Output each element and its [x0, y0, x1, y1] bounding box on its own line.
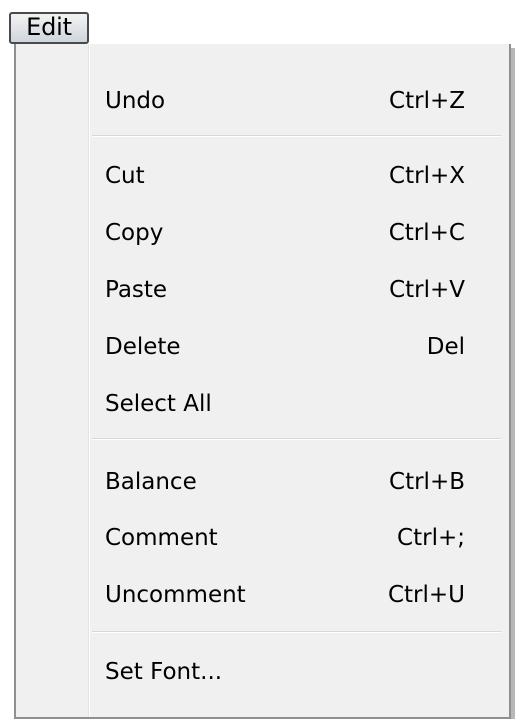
menu-item-label: Select All: [105, 391, 212, 417]
menu-item-shortcut: Ctrl+B: [389, 469, 465, 495]
menu-item-select-all[interactable]: Select All: [16, 377, 507, 431]
menu-item-balance[interactable]: Balance Ctrl+B: [16, 455, 507, 509]
menu-separator: [92, 631, 501, 633]
menu-item-shortcut: Ctrl+V: [389, 277, 465, 303]
menu-item-paste[interactable]: Paste Ctrl+V: [16, 263, 507, 317]
menu-item-label: Undo: [105, 88, 166, 114]
menu-item-set-font[interactable]: Set Font...: [16, 645, 507, 699]
menu-separator: [92, 135, 501, 137]
menu-item-label: Set Font...: [105, 659, 223, 685]
menu-separator: [92, 438, 501, 440]
edit-dropdown-menu: Undo Ctrl+Z Cut Ctrl+X Copy Ctrl+C Paste…: [14, 44, 511, 719]
menu-item-shortcut: Ctrl+C: [388, 220, 465, 246]
menu-item-comment[interactable]: Comment Ctrl+;: [16, 511, 507, 565]
menu-item-uncomment[interactable]: Uncomment Ctrl+U: [16, 568, 507, 622]
menu-item-label: Uncomment: [105, 582, 246, 608]
menu-item-label: Paste: [105, 277, 168, 303]
menu-item-label: Comment: [105, 525, 218, 551]
menu-item-shortcut: Ctrl+Z: [389, 88, 465, 114]
edit-menu-button[interactable]: Edit: [9, 12, 89, 44]
menu-item-label: Balance: [105, 469, 197, 495]
menu-item-cut[interactable]: Cut Ctrl+X: [16, 149, 507, 203]
menu-item-label: Delete: [105, 334, 181, 360]
menu-item-shortcut: Ctrl+;: [397, 525, 465, 551]
menu-item-label: Cut: [105, 163, 145, 189]
menu-item-shortcut: Ctrl+U: [387, 582, 465, 608]
menu-item-label: Copy: [105, 220, 164, 246]
menu-item-delete[interactable]: Delete Del: [16, 320, 507, 374]
menu-item-copy[interactable]: Copy Ctrl+C: [16, 206, 507, 260]
menu-item-shortcut: Del: [426, 334, 465, 360]
menu-item-shortcut: Ctrl+X: [389, 163, 465, 189]
menu-bar: Edit: [0, 0, 517, 44]
menu-item-undo[interactable]: Undo Ctrl+Z: [16, 74, 507, 128]
